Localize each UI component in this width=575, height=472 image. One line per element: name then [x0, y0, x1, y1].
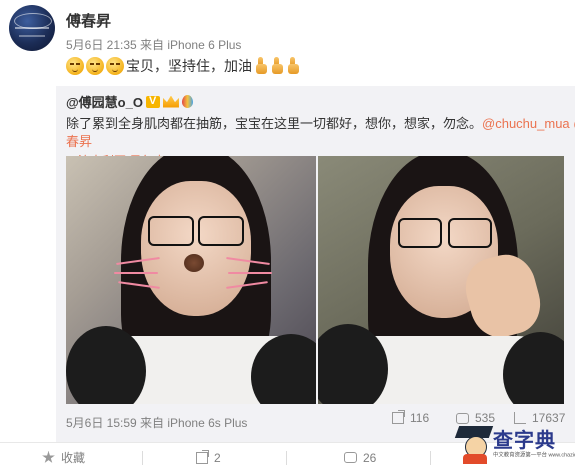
mention-link[interactable]: @chuchu_mua [482, 116, 570, 131]
mention-continuation[interactable]: 春昇 [66, 131, 92, 150]
divider [286, 451, 287, 465]
favorite-button[interactable]: 收藏 [42, 443, 85, 472]
watermark-logo: 查字典 中文教育资源第一平台 www.chazidian.com [454, 418, 575, 468]
comment-icon [344, 452, 357, 463]
thumbs-up-icon [286, 57, 300, 75]
comment-button[interactable]: 26 [344, 443, 376, 472]
star-icon [42, 451, 55, 463]
photo-left[interactable] [66, 156, 316, 404]
quoted-timestamp: 5月6日 15:59 来自 iPhone 6s Plus [66, 416, 248, 430]
quoted-post[interactable]: @傅园慧o_O 除了累到全身肌肉都在抽筋，宝宝在这里一切都好，想你，想家，勿念。… [56, 86, 575, 442]
divider [430, 451, 431, 465]
quoted-author-name[interactable]: @傅园慧o_O [66, 92, 143, 111]
watermark-subtitle: 中文教育资源第一平台 www.chazidian.com [493, 452, 575, 459]
quoted-text-body: 除了累到全身肌肉都在抽筋，宝宝在这里一切都好，想你，想家，勿念。 [66, 116, 483, 131]
favorite-label: 收藏 [61, 451, 86, 465]
quoted-text: 除了累到全身肌肉都在抽筋，宝宝在这里一切都好，想你，想家，勿念。@chuchu_… [66, 113, 575, 132]
thumbs-up-icon [254, 57, 268, 75]
comment-count: 26 [363, 450, 377, 465]
weary-face-icon [86, 57, 104, 75]
thumbs-up-icon [270, 57, 284, 75]
post-text: 宝贝，坚持住，加油 [66, 55, 300, 77]
repost-icon [196, 449, 209, 464]
author-avatar[interactable] [9, 5, 55, 51]
repost-count: 2 [214, 450, 221, 465]
balloon-icon [181, 95, 193, 108]
quoted-repost-count[interactable]: 116 [392, 410, 430, 425]
quoted-author[interactable]: @傅园慧o_O [66, 92, 193, 111]
weary-face-icon [106, 57, 124, 75]
repost-icon [392, 410, 405, 424]
verified-badge-icon [145, 95, 160, 108]
author-name[interactable]: 傅春昇 [66, 10, 111, 31]
weary-face-icon [66, 57, 84, 75]
quoted-repost-value: 116 [410, 411, 430, 425]
repost-button[interactable]: 2 [196, 443, 221, 472]
scholar-mascot-icon [454, 422, 494, 464]
divider [142, 451, 143, 465]
photo-right[interactable] [318, 156, 564, 404]
post-text-body: 宝贝，坚持住，加油 [126, 58, 252, 74]
watermark-title: 查字典 [493, 430, 556, 452]
crown-icon [162, 95, 179, 108]
post-meta: 5月6日 21:35 来自 iPhone 6 Plus [66, 38, 242, 52]
